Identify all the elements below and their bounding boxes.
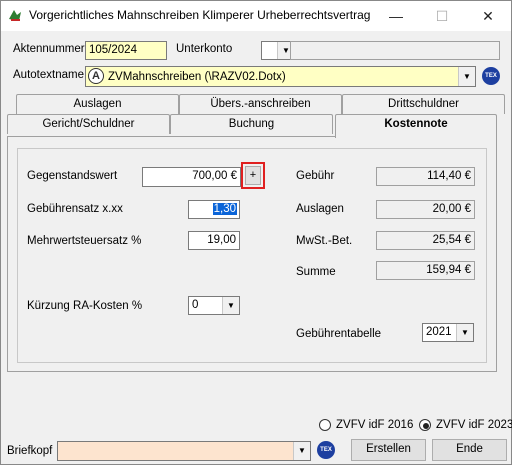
title-bar: Vorgerichtliches Mahnschreiben Klimperer… bbox=[1, 1, 511, 31]
maximize-button[interactable]: ☐ bbox=[419, 1, 465, 31]
radio-zvfv-2016-label: ZVFV idF 2016 bbox=[336, 419, 414, 431]
autotextname-value: ZVMahnschreiben (\RAZV02.Dotx) bbox=[108, 71, 286, 83]
template-icon: A bbox=[88, 68, 104, 84]
aktennummer-label: Aktennummer bbox=[13, 43, 85, 55]
tab-drittschuldner[interactable]: Drittschuldner bbox=[342, 94, 505, 114]
aktennummer-field[interactable]: 105/2024 bbox=[85, 41, 167, 60]
gebuehrensatz-field[interactable]: 1,30 bbox=[188, 200, 240, 219]
briefkopf-label: Briefkopf bbox=[7, 445, 53, 457]
add-value-button[interactable]: + bbox=[245, 166, 261, 185]
gebuehr-value: 114,40 € bbox=[376, 167, 475, 186]
gebuehrensatz-label: Gebührensatz x.xx bbox=[27, 203, 123, 215]
summe-value: 159,94 € bbox=[376, 261, 475, 280]
window-title: Vorgerichtliches Mahnschreiben Klimperer… bbox=[29, 8, 371, 22]
mwst-bet-value: 25,54 € bbox=[376, 231, 475, 250]
summe-label: Summe bbox=[296, 266, 336, 278]
mwst-bet-label: MwSt.-Bet. bbox=[296, 235, 353, 247]
close-button[interactable]: ✕ bbox=[465, 1, 511, 31]
tab-auslagen[interactable]: Auslagen bbox=[16, 94, 179, 114]
kuerzung-select[interactable]: 0 ▼ bbox=[188, 296, 240, 315]
radio-zvfv-2023[interactable] bbox=[419, 419, 431, 431]
chevron-down-icon[interactable]: ▼ bbox=[222, 297, 239, 314]
tab-buchung[interactable]: Buchung bbox=[170, 114, 333, 134]
radio-zvfv-2016[interactable] bbox=[319, 419, 331, 431]
right-info-field bbox=[290, 41, 500, 60]
chevron-down-icon[interactable]: ▼ bbox=[293, 442, 310, 460]
gebuehr-label: Gebühr bbox=[296, 170, 335, 182]
gebuehrentabelle-label: Gebührentabelle bbox=[296, 328, 382, 340]
gebuehrensatz-value: 1,30 bbox=[212, 203, 237, 215]
tab-kostennote[interactable]: Kostennote bbox=[335, 114, 497, 138]
radio-zvfv-2023-label: ZVFV idF 2023 bbox=[436, 419, 512, 431]
gebuehrentabelle-value: 2021 bbox=[426, 326, 452, 338]
application-window: Vorgerichtliches Mahnschreiben Klimperer… bbox=[0, 0, 512, 465]
auslagen-value: 20,00 € bbox=[376, 200, 475, 219]
briefkopf-select[interactable]: ▼ bbox=[57, 441, 311, 461]
minimize-button[interactable]: — bbox=[373, 1, 419, 31]
auslagen-label: Auslagen bbox=[296, 203, 344, 215]
erstellen-button[interactable]: Erstellen bbox=[351, 439, 426, 461]
autotextname-select[interactable]: A ZVMahnschreiben (\RAZV02.Dotx) ▼ bbox=[85, 66, 476, 87]
autotextname-label: Autotextname bbox=[13, 69, 84, 81]
tab-gericht-schuldner[interactable]: Gericht/Schuldner bbox=[7, 114, 170, 134]
mwst-satz-field[interactable]: 19,00 bbox=[188, 231, 240, 250]
tex-icon[interactable]: TEX bbox=[482, 67, 500, 85]
tab-uebers-anschreiben[interactable]: Übers.-anschreiben bbox=[179, 94, 342, 114]
gegenstandswert-field[interactable]: 700,00 € bbox=[142, 167, 241, 187]
kuerzung-value: 0 bbox=[192, 299, 199, 311]
unterkonto-label: Unterkonto bbox=[176, 43, 233, 55]
gegenstandswert-label: Gegenstandswert bbox=[27, 170, 118, 182]
tex-icon[interactable]: TEX bbox=[317, 441, 335, 459]
mwst-satz-label: Mehrwertsteuersatz % bbox=[27, 235, 142, 247]
chevron-down-icon[interactable]: ▼ bbox=[458, 67, 475, 86]
gebuehrentabelle-select[interactable]: 2021 ▼ bbox=[422, 323, 474, 342]
briefkopf-value bbox=[58, 444, 61, 456]
chevron-down-icon[interactable]: ▼ bbox=[456, 324, 473, 341]
app-icon bbox=[7, 7, 23, 23]
kuerzung-label: Kürzung RA-Kosten % bbox=[27, 300, 143, 312]
ende-button[interactable]: Ende bbox=[432, 439, 507, 461]
